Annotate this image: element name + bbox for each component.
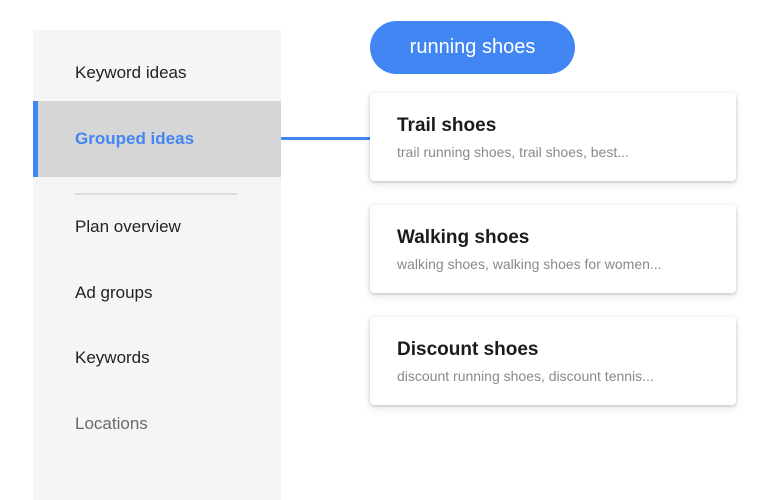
- search-term-chip[interactable]: running shoes: [370, 21, 575, 74]
- card-description: trail running shoes, trail shoes, best..…: [397, 144, 629, 160]
- sidebar-item-ad-groups[interactable]: Ad groups: [33, 271, 281, 315]
- card-description: walking shoes, walking shoes for women..…: [397, 256, 662, 272]
- sidebar-divider: [75, 193, 237, 195]
- idea-card-trail-shoes[interactable]: Trail shoes trail running shoes, trail s…: [370, 93, 736, 181]
- sidebar-item-keywords[interactable]: Keywords: [33, 336, 281, 380]
- sidebar-item-grouped-ideas[interactable]: Grouped ideas: [33, 101, 281, 177]
- active-indicator: [33, 101, 38, 177]
- sidebar-item-locations[interactable]: Locations: [33, 402, 281, 446]
- sidebar-item-plan-overview[interactable]: Plan overview: [33, 205, 281, 249]
- sidebar-item-label: Grouped ideas: [75, 129, 195, 148]
- card-description: discount running shoes, discount tennis.…: [397, 368, 654, 384]
- connector-line: [281, 137, 370, 140]
- idea-card-discount-shoes[interactable]: Discount shoes discount running shoes, d…: [370, 317, 736, 405]
- sidebar-item-keyword-ideas[interactable]: Keyword ideas: [33, 51, 281, 95]
- idea-card-walking-shoes[interactable]: Walking shoes walking shoes, walking sho…: [370, 205, 736, 293]
- sidebar-nav: Keyword ideas Grouped ideas Plan overvie…: [33, 30, 281, 500]
- card-title: Discount shoes: [397, 339, 539, 360]
- card-title: Trail shoes: [397, 115, 497, 136]
- card-title: Walking shoes: [397, 227, 530, 248]
